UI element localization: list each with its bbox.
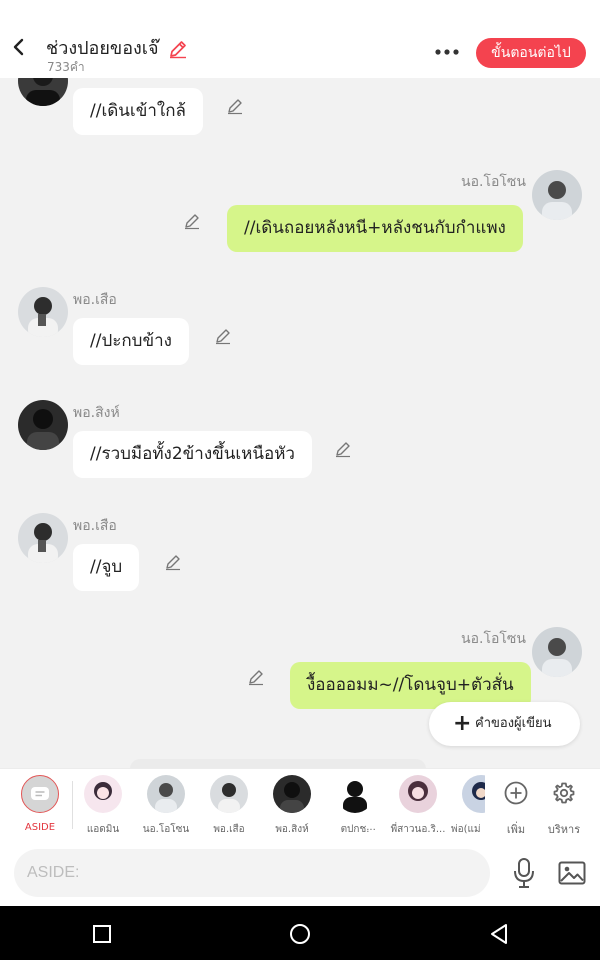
edit-message-icon[interactable] bbox=[164, 553, 182, 571]
add-character-button[interactable]: เพิ่ม bbox=[494, 775, 538, 839]
character-avatar-image bbox=[532, 627, 582, 677]
microphone-icon[interactable] bbox=[512, 857, 536, 889]
character-avatar-image bbox=[84, 775, 122, 813]
edit-message-icon[interactable] bbox=[214, 327, 232, 345]
chevron-left-icon bbox=[13, 38, 24, 56]
sender-name: นอ.โอโซน bbox=[461, 174, 526, 190]
character-suea[interactable]: พอ.เสือ bbox=[199, 775, 259, 839]
character-admin[interactable]: แอดมิน bbox=[73, 775, 133, 839]
back-triangle-icon[interactable] bbox=[487, 922, 511, 946]
gear-icon bbox=[553, 782, 575, 804]
character-sister[interactable]: พี่สาวนอ.ริ... bbox=[388, 775, 448, 839]
sender-name: พอ.สิงห์ bbox=[73, 405, 120, 421]
top-bar: ช่วงปอยของเจ๊ 733คำ ขั้นตอนต่อไป bbox=[0, 0, 600, 78]
message-bubble[interactable]: //จูบ bbox=[73, 544, 140, 591]
character-parent[interactable]: พ่อ(แม่ bbox=[451, 775, 485, 839]
character-name: พอ.สิงห์ bbox=[275, 824, 309, 835]
message-bubble[interactable]: //เดินถอยหลังหนี+หลังชนกับกำแพง bbox=[227, 205, 523, 252]
edit-title-icon[interactable] bbox=[168, 39, 188, 59]
next-step-button[interactable]: ขั้นตอนต่อไป bbox=[476, 38, 586, 68]
chat-area[interactable]: //เดินเข้าใกล้ นอ.โอโซน //เดินถอยหลังหนี… bbox=[0, 78, 600, 768]
character-name: นอ.โอโซน bbox=[142, 824, 190, 835]
avatar[interactable] bbox=[18, 400, 68, 450]
story-title-text: ช่วงปอยของเจ๊ bbox=[46, 38, 159, 59]
back-button[interactable] bbox=[8, 36, 30, 58]
author-note-label: คำของผู้เขียน bbox=[475, 716, 552, 731]
edit-message-icon[interactable] bbox=[247, 668, 265, 686]
avatar bbox=[462, 775, 485, 813]
avatar bbox=[399, 775, 437, 813]
avatar[interactable] bbox=[18, 78, 68, 106]
avatar bbox=[210, 775, 248, 813]
avatar bbox=[273, 775, 311, 813]
character-avatar-image bbox=[210, 775, 248, 813]
character-ozone[interactable]: นอ.โอโซน bbox=[136, 775, 196, 839]
character-avatar-image bbox=[147, 775, 185, 813]
more-button[interactable] bbox=[434, 38, 460, 60]
message-bubble[interactable]: //เดินเข้าใกล้ bbox=[73, 88, 203, 135]
system-navigation-bar bbox=[0, 906, 600, 960]
character-name: พี่สาวนอ.ริ... bbox=[390, 824, 446, 835]
edit-message-icon[interactable] bbox=[183, 212, 201, 230]
recents-square-icon[interactable] bbox=[90, 922, 114, 946]
avatar[interactable] bbox=[18, 287, 68, 337]
character-avatar-image bbox=[273, 775, 311, 813]
character-hidden[interactable]: ... bbox=[361, 775, 381, 839]
edit-message-icon[interactable] bbox=[334, 440, 352, 458]
avatar[interactable] bbox=[532, 627, 582, 677]
sender-name: พอ.เสือ bbox=[73, 518, 117, 534]
manage-characters-button[interactable]: บริหาร bbox=[542, 775, 586, 839]
avatar[interactable] bbox=[532, 170, 582, 220]
avatar bbox=[84, 775, 122, 813]
aside-avatar bbox=[21, 775, 59, 813]
message-input[interactable] bbox=[14, 849, 490, 897]
message-bubble[interactable]: //ปะกบข้าง bbox=[73, 318, 189, 365]
sender-name: นอ.โอโซน bbox=[461, 631, 526, 647]
character-avatar-image bbox=[462, 775, 485, 813]
character-name: แอดมิน bbox=[86, 824, 120, 835]
message-bubble[interactable]: //รวบมือทั้ง2ข้างขึ้นเหนือหัว bbox=[73, 431, 312, 478]
character-singh[interactable]: พอ.สิงห์ bbox=[262, 775, 322, 839]
plus-icon: + bbox=[453, 711, 472, 736]
character-avatar-image bbox=[18, 78, 68, 106]
character-avatar-image bbox=[532, 170, 582, 220]
character-selector: ASIDE แอดมิน นอ.โอโซน พอ.เสือ พอ.สิงห์ ต… bbox=[0, 768, 600, 841]
composer bbox=[0, 841, 600, 906]
character-name: ASIDE bbox=[24, 822, 56, 833]
character-avatar-image bbox=[18, 400, 68, 450]
word-count: 733คำ bbox=[47, 60, 85, 74]
author-note-button[interactable]: + คำของผู้เขียน bbox=[429, 702, 580, 746]
avatar[interactable] bbox=[18, 513, 68, 563]
image-icon[interactable] bbox=[558, 861, 586, 885]
character-name: ... bbox=[366, 822, 376, 833]
edit-message-icon[interactable] bbox=[226, 97, 244, 115]
character-aside[interactable]: ASIDE bbox=[10, 775, 70, 839]
more-horizontal-icon bbox=[435, 49, 459, 55]
character-avatar-image bbox=[399, 775, 437, 813]
character-avatar-image bbox=[18, 287, 68, 337]
add-label: เพิ่ม bbox=[506, 823, 526, 836]
home-circle-icon[interactable] bbox=[288, 922, 312, 946]
character-name: พอ.เสือ bbox=[213, 824, 245, 835]
message-icon bbox=[31, 787, 49, 800]
sender-name: พอ.เสือ bbox=[73, 292, 117, 308]
add-circle-icon bbox=[504, 781, 528, 805]
partial-message-bubble bbox=[130, 759, 426, 768]
character-name: พ่อ(แม่ bbox=[451, 824, 481, 835]
manage-label: บริหาร bbox=[547, 823, 581, 836]
character-avatar-image bbox=[18, 513, 68, 563]
avatar bbox=[147, 775, 185, 813]
